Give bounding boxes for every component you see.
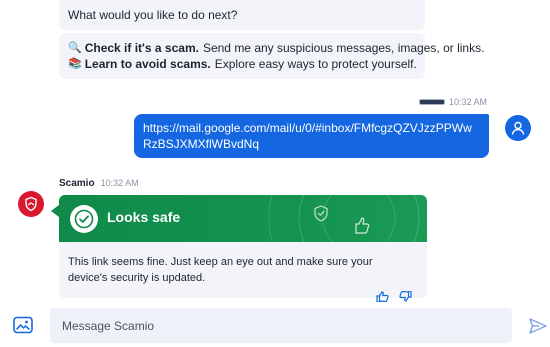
attach-image-button[interactable] [13, 316, 33, 334]
message-input[interactable] [62, 318, 512, 333]
verdict-banner: Looks safe [59, 195, 427, 242]
bot-message-time: 10:32 AM [100, 178, 139, 188]
bot-prompt-text: What would you like to do next? [68, 8, 238, 22]
message-composer[interactable] [50, 308, 512, 343]
user-message-text: https://mail.google.com/mail/u/0/#inbox/… [143, 121, 472, 151]
option-check-scam-title: Check if it's a scam. [84, 41, 199, 55]
verdict-description: This link seems fine. Just keep an eye o… [68, 256, 373, 284]
send-button[interactable] [528, 316, 548, 336]
user-avatar [505, 115, 531, 141]
verdict-title: Looks safe [107, 209, 181, 225]
user-message-time: 10:32 AM [449, 97, 488, 107]
option-check-scam-text: Send me any suspicious messages, images,… [202, 41, 485, 55]
bot-message-prompt: What would you like to do next? [59, 0, 425, 30]
option-learn-avoid-text: Explore easy ways to protect yourself. [214, 57, 417, 71]
bot-message-options: 🔍 Check if it's a scam. Send me any susp… [59, 33, 484, 79]
card-pointer [51, 205, 59, 217]
thumbs-down-button[interactable] [399, 291, 412, 302]
bot-avatar [18, 191, 44, 217]
option-check-scam: 🔍 Check if it's a scam. Send me any susp… [68, 40, 484, 56]
user-message-meta: 10:32 AM [419, 96, 487, 108]
thumbs-up-icon [376, 291, 389, 302]
check-circle-icon [70, 205, 98, 233]
image-upload-icon [13, 316, 33, 334]
option-learn-avoid: 📚 Learn to avoid scams. Explore easy way… [68, 56, 417, 72]
shield-icon [25, 196, 37, 212]
send-icon [529, 318, 547, 334]
redacted-username [419, 99, 445, 105]
scan-result-card: Looks safe This link seems fine. Just ke… [59, 195, 427, 298]
bot-message-meta: Scamio 10:32 AM [59, 178, 139, 189]
user-message-bubble: https://mail.google.com/mail/u/0/#inbox/… [134, 114, 489, 158]
books-icon: 📚 [68, 58, 82, 70]
thumbs-down-icon [399, 291, 412, 302]
bot-name: Scamio [59, 178, 95, 189]
magnifier-icon: 🔍 [68, 42, 82, 54]
option-learn-avoid-title: Learn to avoid scams. [84, 57, 211, 71]
thumbs-up-button[interactable] [376, 291, 389, 302]
user-icon [511, 121, 525, 135]
